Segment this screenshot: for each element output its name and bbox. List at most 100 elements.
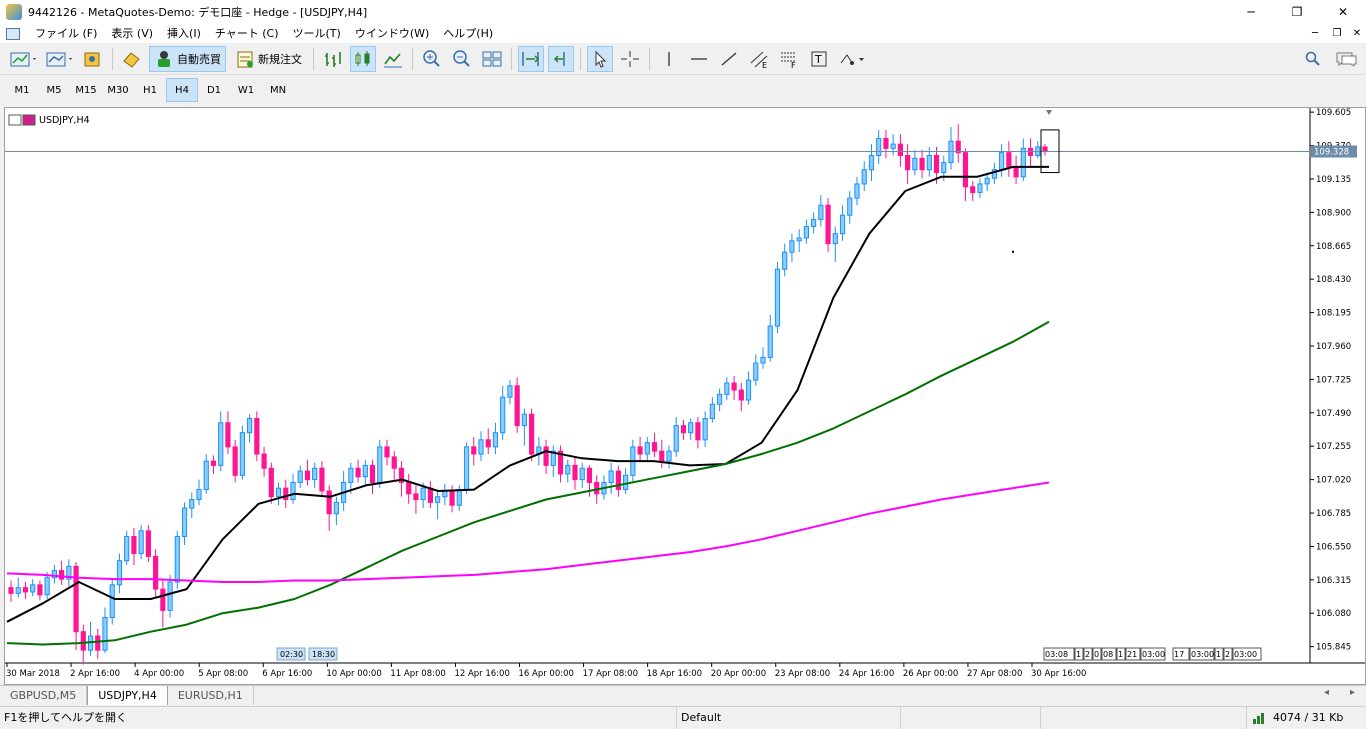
candle-body [753,362,759,381]
current-price-label: 109.328 [1314,148,1349,158]
mdi-close-button[interactable]: ✕ [1346,24,1366,43]
candle-body [774,268,781,327]
x-tick-label: 24 Apr 16:00 [839,669,894,679]
timeframe-h1[interactable]: H1 [134,78,166,102]
menu-insert[interactable]: 挿入(I) [160,24,208,43]
horizontal-line-button[interactable] [686,46,712,72]
candle-body [926,154,932,171]
candle-body [709,403,715,419]
candle-body [95,635,101,651]
vertical-line-button[interactable] [656,46,682,72]
new-chart-button[interactable] [8,46,40,72]
profiles-button[interactable] [44,46,76,72]
candle-body [37,584,43,596]
chat-icon[interactable] [1334,50,1358,68]
x-tick-label: 30 Apr 16:00 [1031,669,1086,679]
right-time-label: 03:00 [1142,650,1165,659]
connection-status[interactable]: 4074 / 31 Kb [1246,707,1366,729]
x-tick-label: 26 Apr 00:00 [903,669,958,679]
tab-gbpusd-m5[interactable]: GBPUSD,M5 [0,686,88,705]
right-time-label: 0 [1094,650,1099,659]
candle-body [572,464,578,481]
shapes-dropdown-button[interactable] [836,46,868,72]
x-tick-label: 5 Apr 08:00 [198,669,248,679]
timeframe-m1[interactable]: M1 [6,78,38,102]
mdi-restore-button[interactable]: ❐ [1326,24,1348,43]
new-order-button[interactable]: 新規注文 [230,46,307,72]
tile-windows-icon [482,51,502,67]
candle-body [420,487,426,501]
shapes-icon [840,54,864,65]
candle-body [811,218,817,228]
channel-icon: E [750,51,768,69]
fibonacci-button[interactable]: F [776,46,802,72]
menu-file[interactable]: ファイル (F) [28,24,104,43]
menu-window[interactable]: ウインドウ(W) [348,24,436,43]
candle-body [362,464,368,478]
candle-body [933,154,940,174]
candle-body [912,157,918,171]
candle-body [507,385,513,398]
chart-dot [1012,250,1014,253]
mdi-minimize-button[interactable]: ─ [1304,24,1326,43]
menu-bar: ファイル (F) 表示 (V) 挿入(I) チャート (C) ツール(T) ウイ… [0,24,1366,43]
chart-background [5,108,1365,684]
candle-body [15,587,21,594]
candle-body [521,413,527,427]
menu-chart[interactable]: チャート (C) [208,24,286,43]
zoom-in-button[interactable] [419,46,445,72]
chart-shift-button[interactable] [548,46,574,72]
tile-windows-button[interactable] [479,46,505,72]
timeframe-d1[interactable]: D1 [198,78,230,102]
menu-help[interactable]: ヘルプ(H) [436,24,500,43]
timeframe-mn[interactable]: MN [262,78,294,102]
x-tick-label: 10 Apr 00:00 [326,669,381,679]
trend-line-button[interactable] [716,46,742,72]
session-label: 18:30 [312,650,335,659]
candle-body [109,584,115,619]
tab-scroll-left-icon[interactable]: ◂ [1324,687,1329,698]
menu-tools[interactable]: ツール(T) [286,24,348,43]
timeframe-m15[interactable]: M15 [70,78,102,102]
market-watch-button[interactable] [119,46,145,72]
close-button[interactable]: ✕ [1320,0,1366,24]
minimize-button[interactable]: ─ [1228,0,1274,24]
status-empty-cell [900,707,1040,729]
timeframe-w1[interactable]: W1 [230,78,262,102]
autotrade-button[interactable]: 自動売買 [149,46,226,72]
text-label-button[interactable]: T [806,46,832,72]
zoom-out-button[interactable] [449,46,475,72]
timeframe-m5[interactable]: M5 [38,78,70,102]
candle-body [825,204,831,245]
navigator-button[interactable] [80,46,106,72]
equidistant-channel-button[interactable]: E [746,46,772,72]
cursor-tool-button[interactable] [587,46,613,72]
candle-body [529,413,535,455]
tab-scroll-right-icon[interactable]: ▸ [1350,687,1355,698]
chart-window-icon[interactable] [6,27,20,40]
timeframe-m30[interactable]: M30 [102,78,134,102]
restore-button[interactable]: ❐ [1274,0,1320,24]
tab-eurusd-h1[interactable]: EURUSD,H1 [168,686,254,705]
price-chart[interactable]: 109.605109.370109.135108.900108.665108.4… [5,108,1365,684]
search-icon[interactable] [1304,50,1322,68]
candle-body [673,425,679,452]
bar-chart-button[interactable] [320,46,346,72]
menu-view[interactable]: 表示 (V) [104,24,160,43]
crosshair-tool-button[interactable] [617,46,643,72]
candle-body [955,140,961,154]
line-chart-button[interactable] [380,46,406,72]
right-time-label: 17 [1174,650,1184,659]
chart-window[interactable]: 109.605109.370109.135108.900108.665108.4… [4,107,1366,685]
timeframe-h4[interactable]: H4 [166,78,198,102]
right-time-label: 2 [1225,650,1230,659]
text-icon: T [811,51,827,67]
candlestick-button[interactable] [350,46,376,72]
tab-usdjpy-h4[interactable]: USDJPY,H4 [87,686,168,705]
auto-scroll-button[interactable] [518,46,544,72]
candle-body [131,535,137,555]
candle-body [796,237,802,242]
trend-line-icon [721,52,737,66]
new-chart-icon [10,52,36,67]
vertical-line-icon [668,52,670,66]
